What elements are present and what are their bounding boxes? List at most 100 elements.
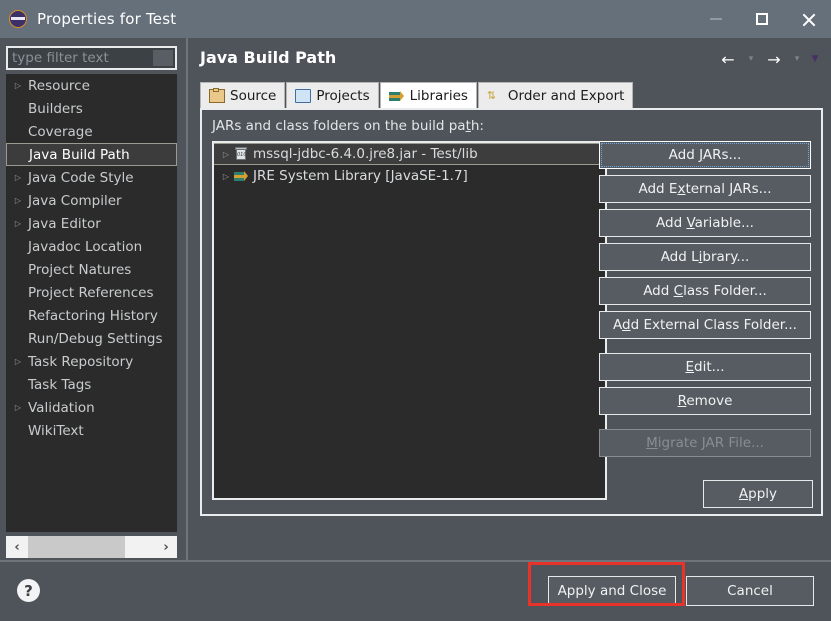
apply-button[interactable]: Apply bbox=[703, 480, 813, 508]
sidebar-item-label: Task Tags bbox=[28, 376, 92, 393]
build-path-list[interactable]: ▷ 010 mssql-jdbc-6.4.0.jre8.jar - Test/lib… bbox=[212, 141, 607, 500]
filter-input[interactable]: type filter text bbox=[6, 46, 177, 70]
sidebar-item-label: Java Build Path bbox=[29, 146, 130, 163]
sidebar-item-coverage[interactable]: Coverage bbox=[6, 120, 177, 143]
cancel-button[interactable]: Cancel bbox=[686, 576, 814, 606]
migrate-jar-file-button: Migrate JAR File... bbox=[599, 429, 811, 457]
sidebar-item-label: Resource bbox=[28, 77, 90, 94]
minimize-button[interactable] bbox=[693, 0, 739, 38]
add-class-folder-button[interactable]: Add Class Folder... bbox=[599, 277, 811, 305]
back-arrow-icon[interactable]: ← bbox=[717, 48, 739, 70]
sidebar-item-label: Javadoc Location bbox=[28, 238, 143, 255]
apply-and-close-button[interactable]: Apply and Close bbox=[548, 576, 676, 606]
pane-navigation: ← ▾ → ▾ ▼ bbox=[717, 48, 821, 70]
dialog-body: type filter text ▷ Resource Builders Cove… bbox=[0, 38, 831, 621]
help-icon[interactable]: ? bbox=[17, 579, 40, 602]
expand-arrow-icon[interactable]: ▷ bbox=[10, 403, 26, 412]
expand-arrow-icon[interactable]: ▷ bbox=[10, 81, 26, 90]
expand-arrow-icon[interactable]: ▷ bbox=[218, 172, 234, 181]
sidebar-item-project-references[interactable]: Project References bbox=[6, 281, 177, 304]
arrows-icon: ⇅ bbox=[486, 89, 497, 102]
add-external-jars-button[interactable]: Add External JARs... bbox=[599, 175, 811, 203]
expand-arrow-icon[interactable]: ▷ bbox=[10, 196, 26, 205]
sidebar-item-task-repository[interactable]: ▷ Task Repository bbox=[6, 350, 177, 373]
list-item[interactable]: ▷ JRE System Library [JavaSE-1.7] bbox=[214, 165, 605, 187]
dialog-footer: ? Apply and Close Cancel bbox=[0, 560, 831, 621]
settings-sidebar: type filter text ▷ Resource Builders Cove… bbox=[0, 38, 185, 562]
add-library-button[interactable]: Add Library... bbox=[599, 243, 811, 271]
sidebar-item-builders[interactable]: Builders bbox=[6, 97, 177, 120]
sidebar-horizontal-scrollbar[interactable]: ‹ › bbox=[6, 536, 177, 558]
sidebar-item-label: Builders bbox=[28, 100, 83, 117]
sidebar-item-task-tags[interactable]: Task Tags bbox=[6, 373, 177, 396]
settings-tree[interactable]: ▷ Resource Builders Coverage Java Build P… bbox=[6, 74, 177, 532]
scroll-left-icon[interactable]: ‹ bbox=[6, 536, 28, 558]
tab-label: Source bbox=[230, 88, 277, 104]
sidebar-item-label: Java Compiler bbox=[28, 192, 122, 209]
expand-arrow-icon[interactable]: ▷ bbox=[10, 219, 26, 228]
close-icon bbox=[801, 12, 816, 27]
add-jars-button[interactable]: Add JARs... bbox=[599, 141, 811, 169]
scrollbar-thumb[interactable] bbox=[28, 536, 125, 558]
minimize-icon bbox=[710, 18, 722, 20]
button-label: Add External Class Folder... bbox=[613, 317, 797, 333]
maximize-button[interactable] bbox=[739, 0, 785, 38]
add-external-class-folder-button[interactable]: Add External Class Folder... bbox=[599, 311, 811, 339]
libraries-panel: JARs and class folders on the build path… bbox=[200, 108, 823, 516]
tab-source[interactable]: Source bbox=[200, 82, 286, 109]
properties-pane: Java Build Path ← ▾ → ▾ ▼ Source Projects… bbox=[192, 38, 831, 562]
window-title: Properties for Test bbox=[37, 10, 177, 28]
view-menu-chevron-icon[interactable]: ▼ bbox=[809, 48, 821, 70]
tab-label: Libraries bbox=[409, 88, 468, 104]
footer-buttons: Apply and Close Cancel bbox=[548, 576, 814, 606]
sidebar-item-label: Project References bbox=[28, 284, 154, 301]
scroll-right-icon[interactable]: › bbox=[155, 536, 177, 558]
tab-libraries[interactable]: Libraries bbox=[379, 82, 477, 109]
jre-library-icon bbox=[234, 169, 248, 183]
button-label: Add Class Folder... bbox=[643, 283, 767, 299]
sidebar-item-run-debug-settings[interactable]: Run/Debug Settings bbox=[6, 327, 177, 350]
filter-clear-button[interactable] bbox=[153, 50, 173, 66]
library-action-buttons: Add JARs... Add External JARs... Add Varia… bbox=[599, 141, 811, 463]
forward-menu-chevron-icon[interactable]: ▾ bbox=[791, 48, 803, 70]
remove-button[interactable]: Remove bbox=[599, 387, 811, 415]
expand-arrow-icon[interactable]: ▷ bbox=[218, 150, 234, 159]
sidebar-item-label: Run/Debug Settings bbox=[28, 330, 163, 347]
package-icon bbox=[209, 88, 225, 103]
button-label: Migrate JAR File... bbox=[646, 435, 764, 451]
sidebar-item-label: Coverage bbox=[28, 123, 93, 140]
expand-arrow-icon[interactable]: ▷ bbox=[10, 173, 26, 182]
sidebar-item-wikitext[interactable]: WikiText bbox=[6, 419, 177, 442]
close-button[interactable] bbox=[785, 0, 831, 38]
page-title: Java Build Path bbox=[200, 48, 337, 67]
sidebar-item-project-natures[interactable]: Project Natures bbox=[6, 258, 177, 281]
tab-order-and-export[interactable]: ⇅ Order and Export bbox=[477, 82, 634, 109]
edit-button[interactable]: Edit... bbox=[599, 353, 811, 381]
books-icon bbox=[388, 89, 405, 103]
button-group-separator bbox=[599, 345, 811, 353]
sidebar-item-label: Java Editor bbox=[28, 215, 101, 232]
tab-projects[interactable]: Projects bbox=[286, 82, 379, 109]
forward-arrow-icon[interactable]: → bbox=[763, 48, 785, 70]
sidebar-item-java-build-path[interactable]: Java Build Path bbox=[6, 143, 177, 166]
maximize-icon bbox=[756, 13, 768, 25]
sidebar-item-javadoc-location[interactable]: Javadoc Location bbox=[6, 235, 177, 258]
back-menu-chevron-icon[interactable]: ▾ bbox=[745, 48, 757, 70]
list-item[interactable]: ▷ 010 mssql-jdbc-6.4.0.jre8.jar - Test/lib bbox=[214, 143, 605, 165]
sidebar-item-java-code-style[interactable]: ▷ Java Code Style bbox=[6, 166, 177, 189]
sidebar-item-refactoring-history[interactable]: Refactoring History bbox=[6, 304, 177, 327]
sidebar-item-resource[interactable]: ▷ Resource bbox=[6, 74, 177, 97]
sidebar-item-validation[interactable]: ▷ Validation bbox=[6, 396, 177, 419]
button-label: Add External JARs... bbox=[638, 181, 772, 197]
apply-button-wrap: Apply bbox=[703, 480, 813, 508]
sidebar-item-java-compiler[interactable]: ▷ Java Compiler bbox=[6, 189, 177, 212]
expand-arrow-icon[interactable]: ▷ bbox=[10, 357, 26, 366]
add-variable-button[interactable]: Add Variable... bbox=[599, 209, 811, 237]
folder-icon bbox=[295, 89, 312, 103]
sidebar-item-java-editor[interactable]: ▷ Java Editor bbox=[6, 212, 177, 235]
sidebar-item-label: Task Repository bbox=[28, 353, 134, 370]
